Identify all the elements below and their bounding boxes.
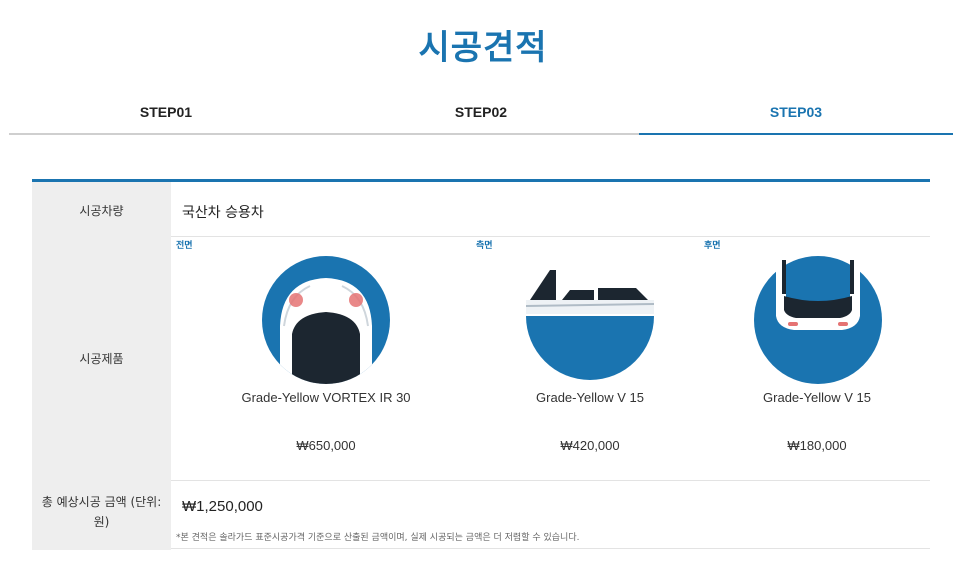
product-price: ₩650,000 [296, 438, 356, 453]
product-name: Grade-Yellow V 15 [536, 390, 644, 405]
product-position: 전면 [176, 241, 193, 251]
quote-disclaimer: *본 견적은 솔라가드 표준시공가격 기준으로 산출된 금액이며, 실제 시공되… [176, 533, 580, 543]
page-title: 시공견적 [418, 28, 548, 68]
total-value: ₩1,250,000 [182, 498, 263, 515]
product-price: ₩180,000 [787, 438, 847, 453]
tab-step02[interactable]: STEP02 [323, 92, 639, 135]
product-price: ₩420,000 [560, 438, 620, 453]
tab-step01[interactable]: STEP01 [9, 92, 323, 135]
rear-window-icon [754, 256, 882, 384]
vehicle-value: 국산차 승용차 [182, 205, 264, 221]
product-label: 시공제품 [79, 352, 124, 366]
quote-table: 시공차량 시공제품 총 예상시공 금액 (단위: 원) 국산차 승용차 전면 G… [32, 179, 930, 550]
product-name: Grade-Yellow V 15 [763, 390, 871, 405]
front-windshield-icon [262, 256, 390, 384]
total-label: 총 예상시공 금액 (단위: 원) [41, 495, 162, 529]
product-name: Grade-Yellow VORTEX IR 30 [241, 390, 411, 405]
row-divider [171, 548, 930, 549]
product-card-front: 전면 Grade-Yellow VORTEX IR 30 ₩650,000 [176, 238, 476, 478]
label-column: 시공차량 시공제품 총 예상시공 금액 (단위: 원) [32, 182, 171, 550]
tab-step03[interactable]: STEP03 [639, 92, 953, 135]
product-position: 측면 [476, 241, 493, 251]
product-card-side: 측면 Grade-Yellow V 15 ₩420,000 [476, 238, 704, 478]
side-window-icon [526, 270, 654, 384]
vehicle-label: 시공차량 [79, 204, 124, 218]
product-card-rear: 후면 Grade-Yellow V 15 ₩180,000 [704, 238, 930, 478]
row-divider [171, 236, 930, 237]
row-divider [171, 480, 930, 481]
product-position: 후면 [704, 241, 721, 251]
step-tabs: STEP01 STEP02 STEP03 [9, 92, 953, 136]
